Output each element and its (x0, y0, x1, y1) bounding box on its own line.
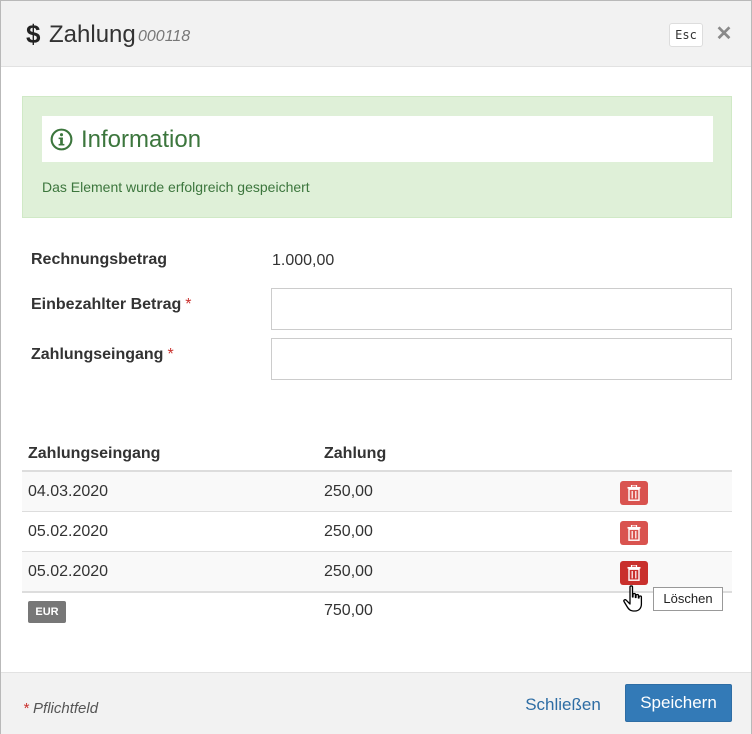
payment-date: 05.02.2020 (28, 563, 109, 580)
trash-icon (627, 565, 641, 581)
payment-receipt-input[interactable] (271, 338, 732, 380)
required-star: * (23, 700, 29, 717)
delete-button[interactable] (620, 561, 648, 585)
invoice-amount-value: 1.000,00 (272, 252, 335, 269)
payment-receipt-label: Zahlungseingang * (31, 346, 174, 364)
table-row: 05.02.2020 250,00 (22, 512, 732, 552)
delete-button[interactable] (620, 481, 648, 505)
dialog-header: $ Zahlung 000118 Esc ✕ (1, 1, 751, 67)
alert-title: Information (81, 126, 202, 153)
invoice-amount-label: Rechnungsbetrag (31, 251, 168, 268)
close-icon[interactable]: ✕ (715, 23, 733, 45)
dialog-title: Zahlung (49, 21, 136, 48)
dollar-icon: $ (26, 19, 41, 49)
payment-amount: 250,00 (324, 483, 373, 500)
paid-amount-input[interactable] (271, 288, 732, 330)
delete-tooltip: Löschen (653, 587, 723, 611)
payment-dialog: $ Zahlung 000118 Esc ✕ Information Das E… (0, 0, 752, 734)
payments-total: 750,00 (324, 602, 373, 619)
dialog-record-number: 000118 (138, 28, 191, 45)
success-alert: Information Das Element wurde erfolgreic… (22, 96, 732, 218)
trash-icon (627, 485, 641, 501)
required-marker: * (167, 346, 174, 363)
hand-cursor-icon (623, 585, 643, 612)
payment-date: 05.02.2020 (28, 523, 109, 540)
payment-amount: 250,00 (324, 563, 373, 580)
column-header-date: Zahlungseingang (28, 445, 161, 462)
info-circle-icon (50, 128, 73, 151)
table-row: 04.03.2020 250,00 (22, 472, 732, 512)
required-marker: * (185, 296, 192, 313)
close-button[interactable]: Schließen (513, 687, 613, 723)
delete-button[interactable] (620, 521, 648, 545)
currency-badge: EUR (28, 601, 66, 623)
payment-date: 04.03.2020 (28, 483, 109, 500)
paid-amount-label: Einbezahlter Betrag * (31, 296, 192, 314)
column-header-amount: Zahlung (324, 445, 387, 462)
alert-message: Das Element wurde erfolgreich gespeicher… (42, 179, 310, 195)
required-field-text: Pflichtfeld (33, 700, 99, 717)
paid-amount-label-text: Einbezahlter Betrag (31, 296, 182, 313)
alert-header: Information (42, 116, 713, 162)
esc-hint: Esc (669, 23, 703, 47)
payment-receipt-label-text: Zahlungseingang (31, 346, 164, 363)
payment-amount: 250,00 (324, 523, 373, 540)
save-button[interactable]: Speichern (625, 684, 732, 722)
required-field-note: * Pflichtfeld (23, 700, 98, 717)
dialog-footer: * Pflichtfeld Schließen Speichern (1, 672, 751, 734)
trash-icon (627, 525, 641, 541)
